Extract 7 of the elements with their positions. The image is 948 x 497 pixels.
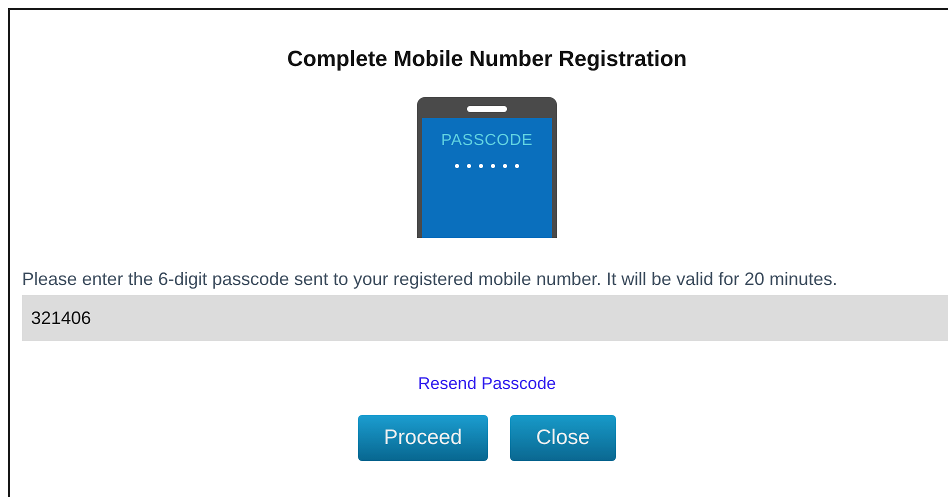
proceed-button[interactable]: Proceed [358,415,488,461]
dialog-title: Complete Mobile Number Registration [286,46,688,72]
passcode-label: PASSCODE [441,132,533,150]
passcode-field[interactable]: 321406 [22,295,948,341]
instruction-text: Please enter the 6-digit passcode sent to your registered mobile number. It will be valid for 20 minutes. [22,268,838,291]
close-button[interactable]: Close [510,415,616,461]
resend-link[interactable]: Resend Passcode [418,374,556,394]
